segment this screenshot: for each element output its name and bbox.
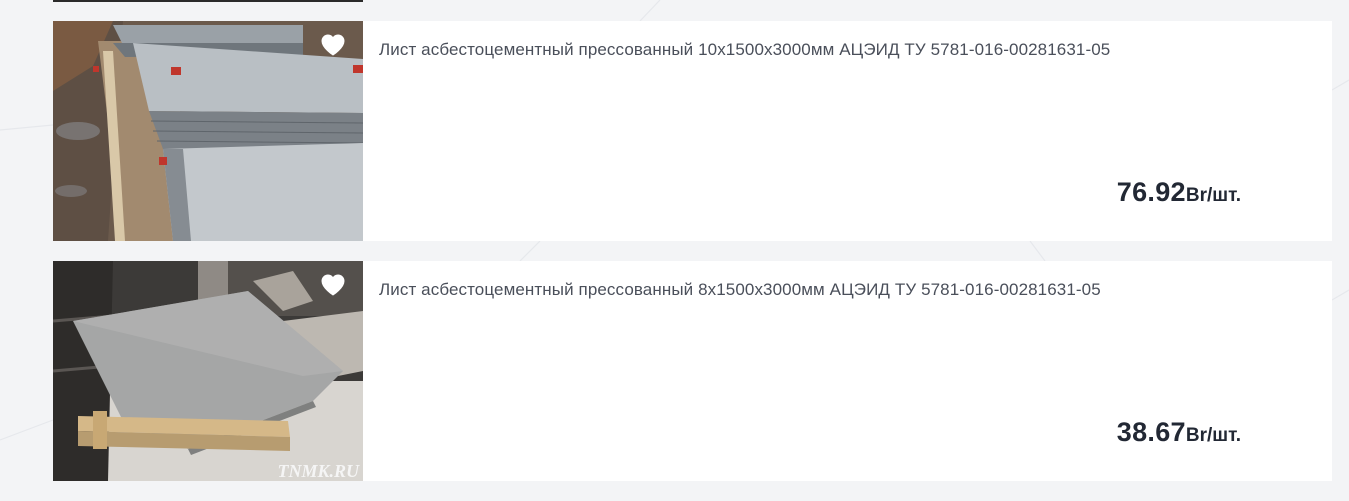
price-unit: Br/шт. — [1185, 185, 1241, 206]
image-watermark: TNMK.RU — [277, 461, 360, 481]
product-title[interactable]: Лист асбестоцементный прессованный 10x15… — [379, 40, 1110, 60]
previous-card-edge — [53, 0, 363, 2]
heart-icon[interactable] — [320, 33, 346, 57]
price-value: 38.67 — [1116, 417, 1186, 447]
price-value: 76.92 — [1116, 177, 1186, 207]
heart-icon[interactable] — [320, 273, 346, 297]
product-price: 38.67Br/шт. — [1117, 417, 1241, 448]
product-card[interactable]: TNMK.RU Лист асбестоцементный прессованн… — [53, 261, 1332, 481]
product-card[interactable]: Лист асбестоцементный прессованный 10x15… — [53, 21, 1332, 241]
product-title[interactable]: Лист асбестоцементный прессованный 8x150… — [379, 280, 1101, 300]
product-image[interactable] — [53, 21, 363, 241]
price-unit: Br/шт. — [1185, 425, 1241, 446]
product-price: 76.92Br/шт. — [1117, 177, 1241, 208]
product-image[interactable]: TNMK.RU — [53, 261, 363, 481]
